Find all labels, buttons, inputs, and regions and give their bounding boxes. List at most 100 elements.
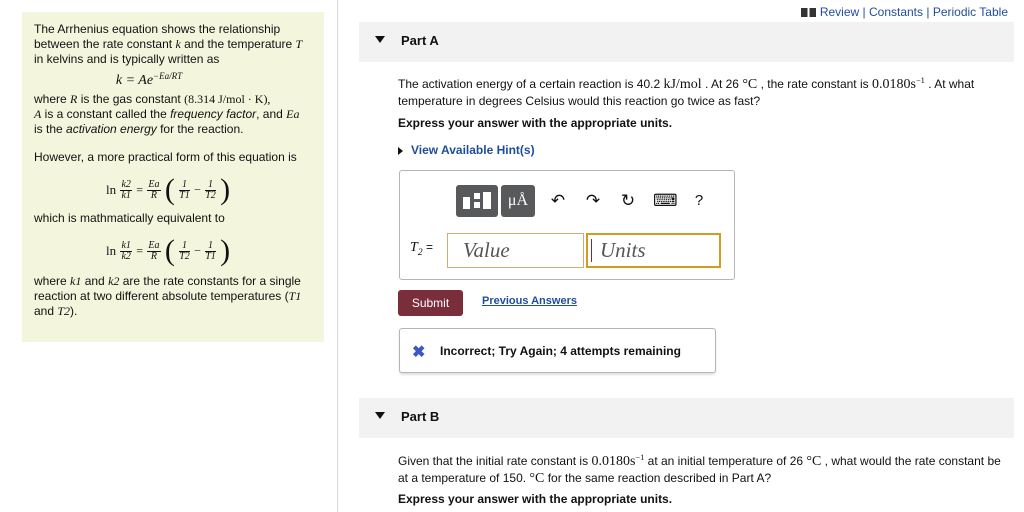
- num: 1: [179, 179, 190, 191]
- part-a-title: Part A: [401, 33, 439, 48]
- constants-link[interactable]: Constants: [869, 5, 923, 19]
- part-b-instruction: Express your answer with the appropriate…: [398, 492, 673, 506]
- var-T1: T1: [288, 289, 302, 303]
- help-icon[interactable]: ?: [689, 191, 709, 211]
- view-hints-link[interactable]: View Available Hint(s): [398, 143, 535, 157]
- frac-1-t2: 1 T2: [205, 179, 216, 201]
- var-T: T: [295, 37, 303, 51]
- den: R: [150, 250, 157, 262]
- unit: °C: [806, 454, 822, 469]
- templates-icon: [463, 192, 491, 209]
- periodic-table-link[interactable]: Periodic Table: [933, 5, 1008, 19]
- keyboard-icon[interactable]: ⌨: [653, 191, 678, 211]
- var-k2: k2: [108, 274, 120, 288]
- eq-exponent: −Ea/RT: [153, 71, 183, 81]
- intro-paragraph-5: where k1 and k2 are the rate constants f…: [34, 274, 314, 319]
- text: is the: [34, 122, 67, 136]
- redo-icon[interactable]: ↷: [583, 191, 603, 211]
- templates-button[interactable]: [456, 185, 498, 217]
- part-b-title: Part B: [401, 409, 440, 424]
- reset-icon[interactable]: ↻: [618, 191, 638, 211]
- var-T: T: [410, 240, 418, 255]
- part-b-header[interactable]: Part B: [359, 398, 1014, 438]
- book-icon: [800, 8, 816, 18]
- incorrect-x-icon: ✖: [412, 344, 426, 361]
- equals: =: [422, 240, 434, 254]
- text: where: [34, 274, 71, 288]
- text: and: [34, 304, 58, 318]
- text: , the rate constant is: [757, 77, 872, 91]
- two-point-equation-2: ln k1 k2 = Ea R ( 1 T2 − 1 T1 ): [106, 234, 231, 267]
- feedback-message: Incorrect; Try Again; 4 attempts remaini…: [440, 344, 681, 358]
- num: k2: [120, 178, 132, 191]
- frac-k: k1 k2: [120, 239, 132, 262]
- num: 1: [179, 240, 190, 252]
- term-activation-energy: activation energy: [66, 122, 157, 136]
- hint-label: View Available Hint(s): [411, 143, 535, 157]
- text: Given that the initial rate constant is: [398, 454, 592, 468]
- units-input[interactable]: [588, 235, 719, 266]
- intro-panel: The Arrhenius equation shows the relatio…: [22, 12, 324, 342]
- den: T2: [205, 189, 216, 201]
- intro-paragraph-1: The Arrhenius equation shows the relatio…: [34, 22, 314, 67]
- submit-button[interactable]: Submit: [398, 290, 463, 316]
- num: k1: [120, 239, 132, 252]
- collapse-triangle-icon[interactable]: [375, 412, 385, 419]
- exponent: −1: [635, 453, 645, 462]
- collapse-triangle-icon[interactable]: [375, 36, 385, 43]
- text: is the gas constant: [77, 92, 185, 106]
- text: for the same reaction described in Part …: [544, 471, 772, 485]
- undo-icon[interactable]: ↶: [548, 191, 568, 211]
- arrhenius-equation: k = Ae−Ea/RT: [34, 71, 314, 89]
- text: where: [34, 92, 71, 106]
- den: T1: [205, 250, 216, 262]
- frac-1-t2: 1 T2: [179, 240, 190, 262]
- text: in kelvins and is typically written as: [34, 52, 220, 66]
- review-link[interactable]: Review: [820, 5, 859, 19]
- part-a-instruction: Express your answer with the appropriate…: [398, 116, 673, 130]
- text: ).: [70, 304, 78, 318]
- text: for the reaction.: [156, 122, 244, 136]
- column-divider: [337, 0, 338, 512]
- separator: |: [926, 5, 930, 19]
- intro-paragraph-4: which is mathmatically equivalent to: [34, 211, 225, 225]
- den: R: [150, 189, 157, 201]
- text: The activation energy of a certain react…: [398, 77, 664, 91]
- units-button[interactable]: μÅ: [501, 185, 535, 217]
- unit: kJ/mol: [663, 77, 702, 92]
- text: . At 26: [701, 77, 743, 91]
- value-input[interactable]: [448, 234, 583, 267]
- den: k1: [121, 189, 131, 201]
- frac-k: k2 k1: [120, 178, 132, 201]
- text-cursor: [591, 239, 592, 262]
- answer-label: T2 =: [410, 240, 433, 258]
- num: 1: [205, 240, 216, 252]
- rate-constant: 0.0180s: [591, 454, 636, 469]
- answer-box: μÅ ↶ ↷ ↻ ⌨ ? T2 =: [399, 170, 735, 280]
- text: and: [81, 274, 109, 288]
- unit: °C: [529, 471, 545, 486]
- unit: °C: [742, 77, 758, 92]
- var-T2: T2: [57, 304, 71, 318]
- text: is a constant called the: [41, 107, 171, 121]
- previous-answers-link[interactable]: Previous Answers: [482, 295, 577, 307]
- text: and the temperature: [180, 37, 296, 51]
- units-field-wrapper: [586, 233, 721, 268]
- rate-constant: 0.0180s: [871, 77, 916, 92]
- feedback-box: ✖ Incorrect; Try Again; 4 attempts remai…: [399, 328, 716, 373]
- part-a-question: The activation energy of a certain react…: [398, 73, 1013, 109]
- frac-1-t1: 1 T1: [179, 179, 190, 201]
- den: T2: [179, 250, 190, 262]
- num: Ea: [147, 239, 161, 252]
- num: 1: [205, 179, 216, 191]
- intro-paragraph-3: However, a more practical form of this e…: [34, 150, 297, 164]
- den: k2: [121, 250, 131, 262]
- resource-links: Review | Constants | Periodic Table: [800, 5, 1008, 19]
- units-label: μÅ: [507, 192, 529, 209]
- separator: |: [862, 5, 866, 19]
- intro-paragraph-2: where R is the gas constant (8.314 J/mol…: [34, 92, 314, 137]
- text: , and: [256, 107, 287, 121]
- frac-1-t1: 1 T1: [205, 240, 216, 262]
- exponent: −1: [915, 76, 925, 85]
- part-a-header[interactable]: Part A: [359, 22, 1014, 62]
